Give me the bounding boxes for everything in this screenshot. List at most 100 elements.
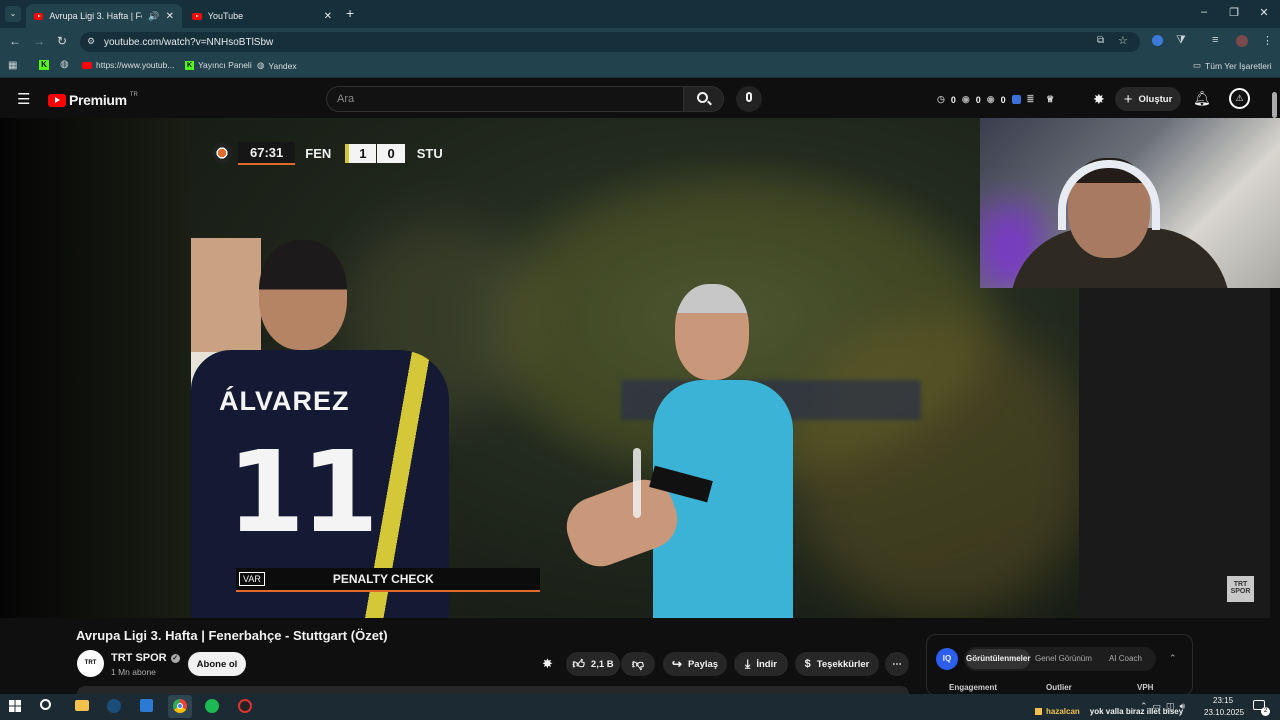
share-button[interactable]: ↪ Paylaş [663,652,727,676]
search-button[interactable] [684,86,724,112]
start-button-icon[interactable] [9,700,21,712]
clock-date[interactable]: 23.10.2025 [1204,708,1244,717]
tray-icons[interactable]: ⌃▭◫🔊︎ [1140,701,1190,712]
search-input[interactable]: Ara [326,86,684,112]
home-team: FEN [305,145,332,161]
video-title: Avrupa Ligi 3. Hafta | Fenerbahçe - Stut… [76,628,388,643]
logo-text: Premium [69,92,127,108]
folder-icon: ▭ [1193,60,1202,70]
channel-avatar[interactable]: TRT [77,650,104,677]
verified-icon: ✓ [170,653,180,663]
reload-button[interactable]: ↻ [57,34,67,48]
notification-count: 2 [1261,707,1270,716]
speaker-icon: 🔊 [148,10,160,21]
media-icon[interactable]: ≡ [1212,34,1218,46]
tab-youtube[interactable]: YouTube ✕ [184,4,340,28]
tab-close-icon[interactable]: ✕ [166,11,174,22]
extension-icon[interactable]: ✸ [542,656,553,672]
more-actions-button[interactable]: ⋯ [885,652,909,676]
subscribe-button[interactable]: Abone ol [188,652,246,676]
like-button[interactable]: 👍︎ 2,1 B [566,652,620,676]
create-button[interactable]: + Oluştur [1115,87,1181,111]
scoreboard: 67:31 FEN 1 0 STU [212,141,443,165]
voice-search-button[interactable] [736,86,762,112]
chrome-icon[interactable] [168,695,192,718]
dislike-button[interactable]: 👎︎ [621,652,655,676]
bookmark-yandex[interactable]: ◍ Yandex [257,60,297,71]
video-player[interactable]: ÁLVAREZ 11 [191,118,1079,618]
hamburger-menu-icon[interactable]: ☰ [17,90,30,108]
var-label: VAR [239,572,265,586]
cast-icon[interactable]: ⧉ [1097,35,1104,46]
youtube-logo[interactable]: Premium TR [48,92,138,108]
notifications-bell-icon[interactable]: 🔔︎ [1193,90,1211,107]
eye-icon: ◉ [986,94,995,104]
region-code: TR [129,92,138,98]
search-icon[interactable] [40,699,51,710]
tab-goruntulenmeler[interactable]: Görüntülenmeler [966,649,1030,669]
share-icon: ↪ [671,657,682,671]
collapse-icon[interactable]: ⌃ [1169,653,1177,664]
steam-icon[interactable] [107,699,121,713]
list-icon: ≣ [1026,94,1035,104]
referee-shirt [653,380,793,618]
all-bookmarks[interactable]: ▭ Tüm Yer İşaretleri [1193,60,1272,71]
download-button[interactable]: ⤓ İndir [734,652,788,676]
tab-title: YouTube [207,11,244,21]
bookmark-kick-icon[interactable]: K [39,60,49,70]
extension-icon[interactable] [1152,35,1163,46]
subscriber-count: 1 Mn abone [111,667,156,677]
webcam-overlay [980,118,1280,288]
close-window-button[interactable]: ✕ [1254,6,1274,19]
app-icon[interactable] [238,699,252,713]
account-avatar[interactable]: ⚠ [1229,88,1250,109]
file-explorer-icon[interactable] [75,700,89,711]
clock-time[interactable]: 23:15 [1213,696,1233,705]
thumbs-down-icon: 👎︎ [631,656,645,671]
minimize-button[interactable]: – [1194,6,1214,18]
player-backdrop [0,118,191,618]
extension-puzzle-icon[interactable]: ✸ [1093,91,1105,108]
column-engagement: Engagement [949,683,998,692]
player-name: ÁLVAREZ [219,386,350,416]
youtube-play-icon [48,93,66,107]
tab-genel-gorunum[interactable]: Genel Görünüm [1035,654,1092,663]
tab-ai-coach[interactable]: AI Coach [1109,654,1142,663]
page-scrollbar[interactable] [1272,92,1277,118]
back-button[interactable]: ← [9,34,21,48]
thanks-icon: $ [804,658,811,670]
extensions-puzzle-icon[interactable]: ⧩ [1176,34,1186,47]
star-icon[interactable]: ☆ [1118,34,1128,47]
tab-video[interactable]: Avrupa Ligi 3. Hafta | Fener 🔊 ✕ [26,4,182,28]
menu-kebab-icon[interactable]: ⋮ [1262,34,1273,47]
url-text[interactable]: youtube.com/watch?v=NNHsoBTlSbw [104,37,273,48]
kick-icon: K [185,60,194,70]
youtube-favicon-icon [82,61,92,69]
new-tab-button[interactable]: + [346,5,354,21]
trophy-icon: ♕ [1046,94,1055,104]
thanks-button[interactable]: $ Teşekkürler [795,652,879,676]
store-icon[interactable] [140,699,153,712]
spotify-icon[interactable] [205,699,219,713]
youtube-favicon-icon [34,12,44,20]
restore-button[interactable]: ❐ [1224,6,1244,19]
apps-icon[interactable]: ▦ [8,60,17,71]
tab-title: Avrupa Ligi 3. Hafta | Fener [49,11,142,21]
tab-search-button[interactable]: ⌄ [5,6,21,22]
tab-close-icon[interactable]: ✕ [324,11,332,22]
bookmark-globe-icon[interactable]: ◍ [60,59,69,70]
profile-avatar[interactable] [1236,35,1248,47]
thumbs-up-icon: 👍︎ [572,656,585,671]
bookmark-youtube[interactable]: https://www.youtub... [82,60,174,70]
site-info-icon[interactable]: ⚙ [87,36,95,47]
bookmark-yayinci-paneli[interactable]: K Yayıncı Paneli [185,60,252,70]
match-clock: 67:31 [238,141,296,165]
microphone-icon [746,92,752,102]
trt-spor-watermark: TRT SPOR [1227,576,1254,602]
description-box[interactable] [77,686,909,694]
forward-button[interactable]: → [33,34,45,48]
channel-name[interactable]: TRT SPOR ✓ [111,652,180,664]
extension-stats[interactable]: ◷ 0 ◉ 0 ◉ 0 ≣ ♕ [937,94,1054,105]
more-dots-icon: ⋯ [892,658,902,670]
column-vph: VPH [1137,683,1154,692]
